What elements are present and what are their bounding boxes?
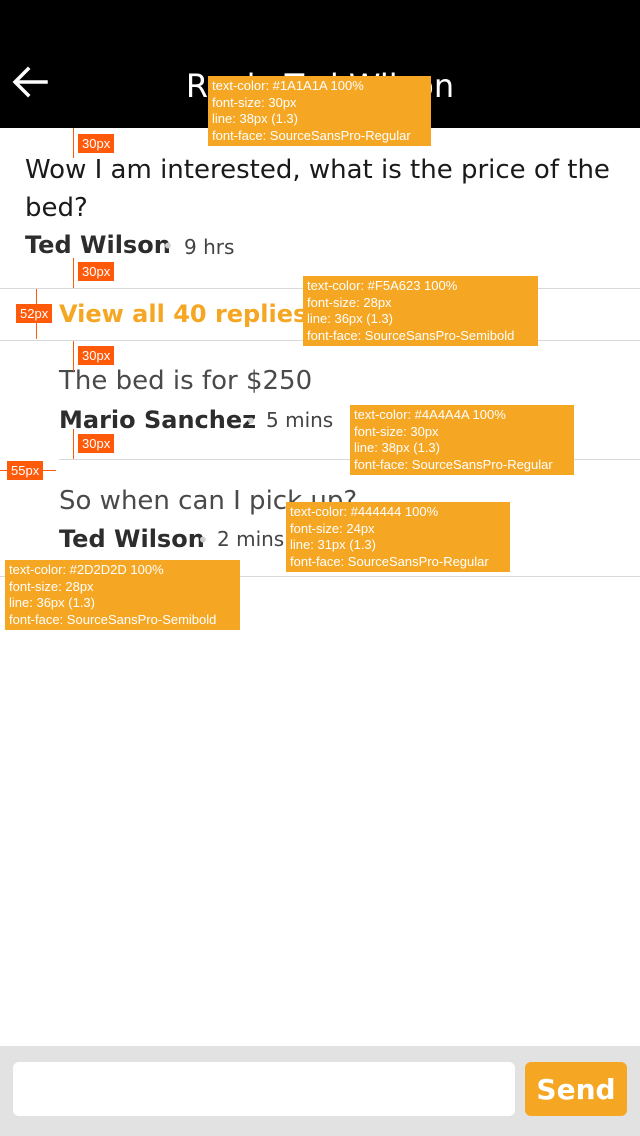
spec-line: text-color: #1A1A1A 100% <box>212 78 364 93</box>
reply-author[interactable]: Ted Wilson <box>59 521 205 557</box>
spec-line: font-size: 28px <box>307 294 392 310</box>
original-message-line2: bed? <box>25 193 88 223</box>
reply-input[interactable] <box>13 1062 515 1116</box>
spacing-marker <box>73 429 74 459</box>
send-button[interactable]: Send <box>525 1062 627 1116</box>
spec-annotation: text-color: #1A1A1A 100% font-size: 30px… <box>208 76 431 146</box>
spec-line: text-color: #444444 100% <box>290 504 439 519</box>
reply-time: 2 mins <box>217 527 285 551</box>
spec-line: font-face: SourceSansPro-Regular <box>212 127 411 143</box>
spacing-tag: 55px <box>7 461 44 480</box>
separator-dot: • <box>197 528 209 552</box>
spec-line: font-face: SourceSansPro-Semibold <box>9 611 217 627</box>
spec-line: line: 31px (1.3) <box>290 537 376 552</box>
spacing-tag: 30px <box>78 262 115 281</box>
spec-annotation: text-color: #2D2D2D 100% font-size: 28px… <box>5 560 240 630</box>
spec-line: font-size: 30px <box>354 423 439 439</box>
original-time: 9 hrs <box>184 235 235 259</box>
reply-author[interactable]: Mario Sanchez <box>59 402 256 438</box>
spec-line: font-face: SourceSansPro-Regular <box>290 553 489 569</box>
spec-line: font-size: 24px <box>290 520 375 536</box>
spacing-marker <box>73 258 74 288</box>
spec-annotation: text-color: #F5A623 100% font-size: 28px… <box>303 276 538 346</box>
separator-dot: • <box>245 409 257 433</box>
spec-line: font-size: 30px <box>212 94 297 110</box>
spec-line: font-face: SourceSansPro-Regular <box>354 456 553 472</box>
spec-line: text-color: #4A4A4A 100% <box>354 407 506 422</box>
spec-line: text-color: #2D2D2D 100% <box>9 562 164 577</box>
spec-line: line: 38px (1.3) <box>212 111 298 126</box>
reply-message: The bed is for $250 <box>59 366 313 396</box>
separator-dot: • <box>162 234 174 258</box>
spec-annotation: text-color: #4A4A4A 100% font-size: 30px… <box>350 405 574 475</box>
spacing-tag: 30px <box>78 434 115 453</box>
spacing-tag: 52px <box>16 304 53 323</box>
spacing-marker <box>73 128 74 158</box>
spec-line: font-face: SourceSansPro-Semibold <box>307 327 515 343</box>
spec-line: font-size: 28px <box>9 578 94 594</box>
view-all-replies-link[interactable]: View all 40 replies <box>59 296 307 332</box>
spec-annotation: text-color: #444444 100% font-size: 24px… <box>286 502 510 572</box>
spec-line: line: 36px (1.3) <box>307 311 393 326</box>
spec-line: text-color: #F5A623 100% <box>307 278 458 293</box>
original-message-line1: Wow I am interested, what is the price o… <box>25 155 610 185</box>
spec-line: line: 38px (1.3) <box>354 440 440 455</box>
spec-line: line: 36px (1.3) <box>9 595 95 610</box>
spacing-marker <box>73 341 74 371</box>
spacing-tag: 30px <box>78 134 115 153</box>
original-author[interactable]: Ted Wilson <box>25 227 171 263</box>
spacing-tag: 30px <box>78 346 115 365</box>
reply-time: 5 mins <box>266 408 334 432</box>
